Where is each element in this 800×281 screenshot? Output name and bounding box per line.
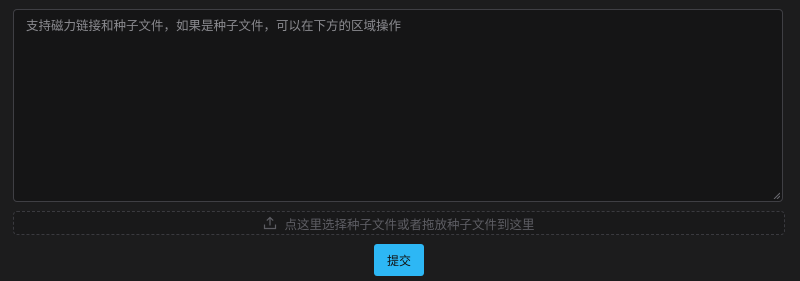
magnet-link-input[interactable]	[14, 10, 782, 201]
submit-button[interactable]: 提交	[374, 244, 424, 276]
upload-icon	[263, 216, 277, 230]
resize-handle-icon[interactable]	[773, 192, 780, 199]
upload-dropzone-label: 点这里选择种子文件或者拖放种子文件到这里	[284, 216, 535, 232]
magnet-input-container	[13, 9, 783, 202]
torrent-upload-dropzone[interactable]: 点这里选择种子文件或者拖放种子文件到这里	[13, 211, 785, 235]
torrent-submit-form: 点这里选择种子文件或者拖放种子文件到这里 提交	[0, 0, 800, 281]
